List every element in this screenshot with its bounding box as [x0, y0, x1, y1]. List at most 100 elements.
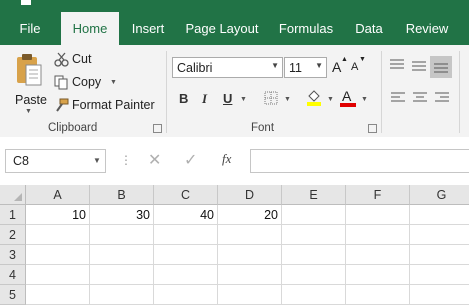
- cell-f1[interactable]: [346, 205, 410, 225]
- paste-label: Paste: [15, 93, 47, 107]
- row-header-3[interactable]: 3: [0, 245, 26, 265]
- column-header-c[interactable]: C: [154, 185, 218, 205]
- cancel-icon[interactable]: ✕: [148, 150, 161, 170]
- title-bar: [0, 0, 469, 12]
- align-top-icon[interactable]: [389, 58, 405, 70]
- bold-button[interactable]: B: [179, 91, 188, 106]
- cell-e2[interactable]: [282, 225, 346, 245]
- name-box-dropdown-icon[interactable]: ▼: [93, 156, 101, 165]
- align-right-icon[interactable]: [434, 91, 450, 104]
- cell-a4[interactable]: [26, 265, 90, 285]
- borders-dropdown-icon[interactable]: ▼: [284, 96, 291, 103]
- cell-g2[interactable]: [410, 225, 469, 245]
- tab-home[interactable]: Home: [61, 12, 119, 45]
- font-size-select[interactable]: 11 ▼: [284, 57, 327, 78]
- cell-f3[interactable]: [346, 245, 410, 265]
- cell-b3[interactable]: [90, 245, 154, 265]
- cell-g3[interactable]: [410, 245, 469, 265]
- cell-e1[interactable]: [282, 205, 346, 225]
- insert-function-button[interactable]: fx: [222, 151, 231, 167]
- format-painter-button[interactable]: Format Painter: [54, 97, 155, 115]
- font-dialog-launcher-icon[interactable]: [368, 124, 377, 133]
- paste-dropdown-icon[interactable]: ▼: [25, 108, 32, 115]
- drag-handle-icon[interactable]: ⋮: [120, 153, 132, 167]
- cell-d5[interactable]: [218, 285, 282, 305]
- cell-d2[interactable]: [218, 225, 282, 245]
- formula-input[interactable]: [250, 149, 469, 173]
- column-header-e[interactable]: E: [282, 185, 346, 205]
- column-header-g[interactable]: G: [410, 185, 469, 205]
- cell-e3[interactable]: [282, 245, 346, 265]
- copy-icon: [54, 75, 68, 90]
- row-header-5[interactable]: 5: [0, 285, 26, 305]
- align-center-icon[interactable]: [412, 91, 428, 104]
- cell-b5[interactable]: [90, 285, 154, 305]
- align-bottom-button[interactable]: [430, 56, 452, 78]
- underline-dropdown-icon[interactable]: ▼: [240, 96, 247, 103]
- cut-label: Cut: [72, 52, 92, 66]
- cell-b1[interactable]: 30: [90, 205, 154, 225]
- font-color-glyph: A: [342, 88, 352, 104]
- align-middle-icon[interactable]: [411, 60, 427, 72]
- cell-d1[interactable]: 20: [218, 205, 282, 225]
- copy-dropdown-icon[interactable]: ▼: [110, 79, 117, 86]
- align-bottom-icon: [434, 63, 448, 73]
- cell-c5[interactable]: [154, 285, 218, 305]
- cell-g5[interactable]: [410, 285, 469, 305]
- tab-review[interactable]: Review: [402, 12, 452, 45]
- cell-d4[interactable]: [218, 265, 282, 285]
- cell-b2[interactable]: [90, 225, 154, 245]
- save-icon[interactable]: [20, 0, 32, 6]
- cell-e5[interactable]: [282, 285, 346, 305]
- cell-b4[interactable]: [90, 265, 154, 285]
- check-icon[interactable]: ✓: [184, 150, 197, 170]
- decrease-font-size-button[interactable]: A ▼: [350, 56, 366, 76]
- tab-formulas[interactable]: Formulas: [274, 12, 338, 45]
- cell-e4[interactable]: [282, 265, 346, 285]
- font-group-label: Font: [251, 122, 275, 134]
- tab-data[interactable]: Data: [350, 12, 388, 45]
- borders-icon[interactable]: [264, 91, 278, 105]
- column-header-a[interactable]: A: [26, 185, 90, 205]
- font-color-button[interactable]: A: [340, 88, 356, 107]
- fill-color-icon[interactable]: [306, 88, 322, 106]
- clipboard-dialog-launcher-icon[interactable]: [153, 124, 162, 133]
- tab-insert[interactable]: Insert: [125, 12, 171, 45]
- copy-button[interactable]: Copy ▼: [54, 74, 120, 92]
- row-header-1[interactable]: 1: [0, 205, 26, 225]
- select-all-corner[interactable]: [0, 185, 26, 205]
- underline-button[interactable]: U: [223, 91, 232, 106]
- cell-g4[interactable]: [410, 265, 469, 285]
- tab-page-layout[interactable]: Page Layout: [183, 12, 261, 45]
- fill-color-dropdown-icon[interactable]: ▼: [327, 96, 334, 103]
- column-header-d[interactable]: D: [218, 185, 282, 205]
- cell-c2[interactable]: [154, 225, 218, 245]
- increase-font-size-button[interactable]: A ▲: [331, 56, 348, 76]
- font-family-select[interactable]: Calibri ▼: [172, 57, 283, 78]
- cell-f4[interactable]: [346, 265, 410, 285]
- cell-a1[interactable]: 10: [26, 205, 90, 225]
- row-header-4[interactable]: 4: [0, 265, 26, 285]
- font-color-dropdown-icon[interactable]: ▼: [361, 96, 368, 103]
- cut-button[interactable]: Cut: [54, 51, 104, 69]
- align-left-icon[interactable]: [390, 91, 406, 104]
- tab-file[interactable]: File: [10, 12, 50, 45]
- cell-f2[interactable]: [346, 225, 410, 245]
- paste-button[interactable]: Paste ▼: [11, 51, 47, 115]
- cell-c3[interactable]: [154, 245, 218, 265]
- row-header-2[interactable]: 2: [0, 225, 26, 245]
- cell-d3[interactable]: [218, 245, 282, 265]
- cell-c4[interactable]: [154, 265, 218, 285]
- clipboard-group-label: Clipboard: [48, 122, 98, 134]
- column-header-f[interactable]: F: [346, 185, 410, 205]
- ribbon-tab-bar: File Home Insert Page Layout Formulas Da…: [0, 12, 469, 45]
- cell-a5[interactable]: [26, 285, 90, 305]
- cell-f5[interactable]: [346, 285, 410, 305]
- cell-g1[interactable]: [410, 205, 469, 225]
- cell-c1[interactable]: 40: [154, 205, 218, 225]
- italic-button[interactable]: I: [202, 91, 207, 107]
- cell-a3[interactable]: [26, 245, 90, 265]
- cell-a2[interactable]: [26, 225, 90, 245]
- column-header-b[interactable]: B: [90, 185, 154, 205]
- name-box[interactable]: C8 ▼: [5, 149, 106, 173]
